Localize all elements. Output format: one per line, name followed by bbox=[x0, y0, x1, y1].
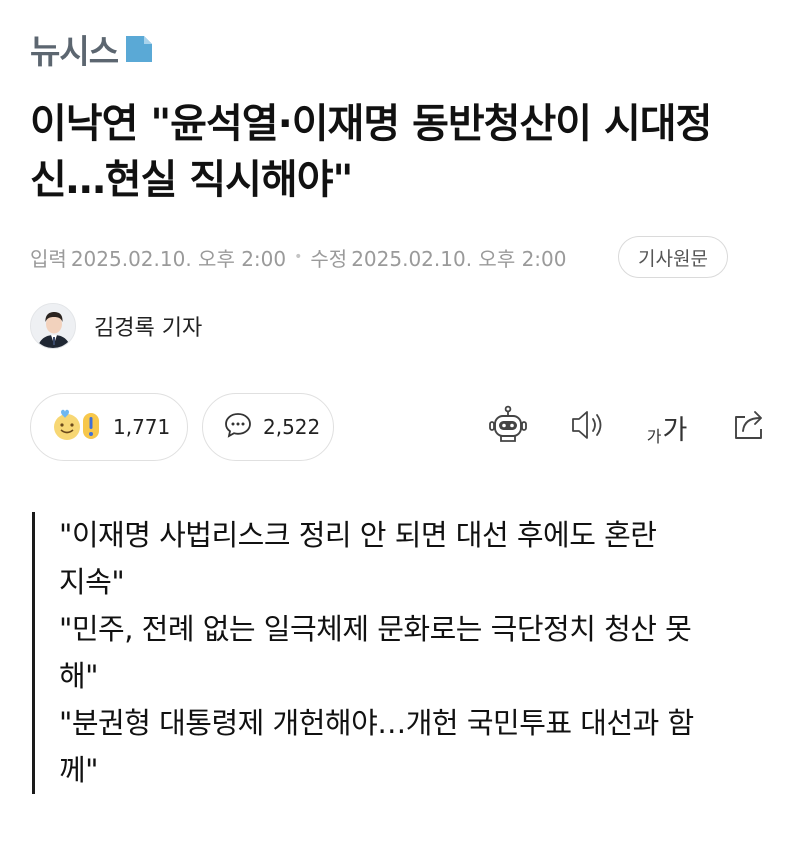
summary-line: "분권형 대통령제 개헌해야…개헌 국민투표 대선과 함 bbox=[59, 706, 694, 740]
robot-summary-icon bbox=[486, 405, 530, 449]
summary-line: 께" bbox=[59, 753, 99, 787]
comment-button[interactable]: 2,522 bbox=[202, 393, 334, 461]
reaction-button[interactable]: 1,771 bbox=[30, 393, 188, 461]
reporter-info[interactable]: 김경록 기자 bbox=[30, 302, 202, 350]
comment-icon bbox=[223, 410, 253, 444]
published-date: 2025.02.10. 오후 2:00 bbox=[70, 246, 287, 271]
text-to-speech-button[interactable] bbox=[565, 403, 613, 451]
summary-line: 지속" bbox=[59, 565, 125, 599]
reporter-avatar bbox=[30, 303, 76, 349]
reaction-count: 1,771 bbox=[113, 415, 171, 439]
article-summary: "이재명 사법리스크 정리 안 되면 대선 후에도 혼란 지속" "민주, 전례… bbox=[32, 512, 772, 794]
font-size-button[interactable]: 가 가 bbox=[643, 403, 691, 451]
article-headline: 이낙연 "윤석열·이재명 동반청산이 시대정신…현실 직시해야" bbox=[30, 101, 712, 203]
comment-count: 2,522 bbox=[263, 415, 321, 439]
meta-separator: • bbox=[294, 249, 303, 265]
newsis-logo[interactable]: 뉴시스 bbox=[30, 28, 154, 71]
summary-bot-button[interactable] bbox=[484, 403, 532, 451]
summary-line: "민주, 전례 없는 일극체제 문화로는 극단정치 청산 못 bbox=[59, 612, 692, 646]
reporter-name: 김경록 기자 bbox=[94, 316, 203, 341]
modified-date: 2025.02.10. 오후 2:00 bbox=[351, 246, 567, 271]
published-label: 입력 bbox=[30, 246, 67, 271]
logo-mark-icon bbox=[124, 34, 154, 64]
summary-line: 해" bbox=[59, 659, 99, 693]
font-size-large-glyph: 가 bbox=[662, 414, 688, 446]
share-button[interactable] bbox=[726, 403, 774, 451]
summary-line: "이재명 사법리스크 정리 안 되면 대선 후에도 혼란 bbox=[59, 518, 657, 552]
original-article-button[interactable]: 기사원문 bbox=[618, 236, 728, 278]
reaction-emoji-icon bbox=[51, 407, 103, 447]
font-size-icon: 가 가 bbox=[647, 408, 688, 447]
logo-text: 뉴시스 bbox=[30, 32, 119, 71]
article-meta: 입력 2025.02.10. 오후 2:00 • 수정 2025.02.10. … bbox=[30, 236, 566, 278]
share-icon bbox=[730, 407, 770, 447]
font-size-small-glyph: 가 bbox=[646, 426, 662, 446]
speaker-icon bbox=[569, 407, 609, 447]
modified-label: 수정 bbox=[310, 246, 348, 271]
